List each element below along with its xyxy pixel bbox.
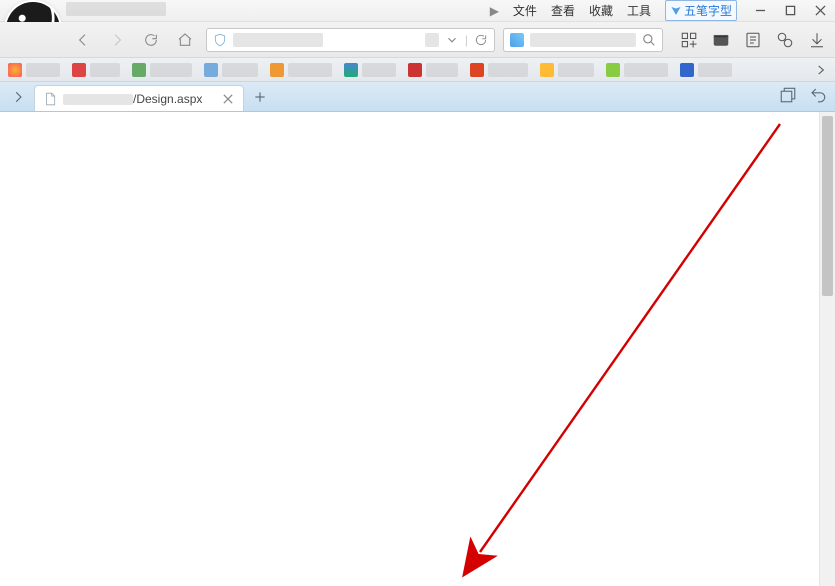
address-text [233, 33, 323, 47]
site-icon [425, 33, 439, 47]
shield-icon [213, 33, 227, 47]
scrollbar-thumb[interactable] [822, 116, 833, 296]
toolbar-right-icons [679, 30, 827, 50]
tab-active[interactable]: /Design.aspx [34, 85, 244, 111]
search-bar[interactable] [503, 28, 663, 52]
menu-bar: ▶ 文件 查看 收藏 工具 五笔字型 [490, 0, 737, 21]
screenshot-button[interactable] [775, 30, 795, 50]
bookmark-item[interactable] [408, 63, 458, 77]
menu-back-icon[interactable]: ▶ [490, 4, 499, 18]
tab-close-button[interactable] [221, 92, 235, 106]
extensions-button[interactable] [679, 30, 699, 50]
maximize-button[interactable] [775, 0, 805, 22]
bookmark-item[interactable] [72, 63, 120, 77]
ime-label: 五笔字型 [684, 2, 732, 19]
sidebar-toggle-button[interactable] [8, 87, 28, 107]
bookmark-item[interactable] [270, 63, 332, 77]
bookmark-item[interactable] [204, 63, 258, 77]
search-icon[interactable] [642, 33, 656, 47]
menu-view[interactable]: 查看 [551, 2, 575, 19]
download-button[interactable] [807, 30, 827, 50]
menu-tools[interactable]: 工具 [627, 2, 651, 19]
annotation-overlay [0, 112, 835, 586]
refresh-small-icon[interactable] [474, 33, 488, 47]
bookmarks-bar [0, 58, 835, 82]
keyboard-icon [670, 5, 682, 17]
undo-button[interactable] [809, 86, 827, 107]
reload-button[interactable] [138, 27, 164, 53]
bookmark-item[interactable] [540, 63, 594, 77]
close-button[interactable] [805, 0, 835, 22]
menu-favorites[interactable]: 收藏 [589, 2, 613, 19]
search-engine-icon [510, 33, 524, 47]
bookmark-item[interactable] [344, 63, 396, 77]
forward-button[interactable] [104, 27, 130, 53]
address-bar[interactable]: | [206, 28, 495, 52]
bookmark-item[interactable] [470, 63, 528, 77]
reader-button[interactable] [743, 30, 763, 50]
bookmark-item[interactable] [8, 63, 60, 77]
bookmark-item[interactable] [606, 63, 668, 77]
back-button[interactable] [70, 27, 96, 53]
home-button[interactable] [172, 27, 198, 53]
minimize-button[interactable] [745, 0, 775, 22]
vertical-scrollbar[interactable] [819, 112, 835, 586]
window-title [66, 2, 166, 16]
page-content: 提交 [0, 112, 835, 586]
ime-indicator[interactable]: 五笔字型 [665, 0, 737, 21]
new-tab-button[interactable] [248, 85, 272, 109]
search-text [530, 33, 636, 47]
title-bar: ▶ 文件 查看 收藏 工具 五笔字型 [0, 0, 835, 22]
wallet-button[interactable] [711, 30, 731, 50]
tab-strip: /Design.aspx [0, 82, 835, 112]
page-icon [43, 92, 57, 106]
bookmarks-overflow-button[interactable] [813, 62, 829, 78]
annotation-arrow [0, 112, 835, 586]
bookmark-item[interactable] [680, 63, 732, 77]
bookmark-item[interactable] [132, 63, 192, 77]
restore-tab-button[interactable] [779, 86, 797, 107]
menu-file[interactable]: 文件 [513, 2, 537, 19]
chevron-down-icon[interactable] [445, 33, 459, 47]
tab-title: /Design.aspx [63, 92, 215, 106]
nav-toolbar: | [0, 22, 835, 58]
